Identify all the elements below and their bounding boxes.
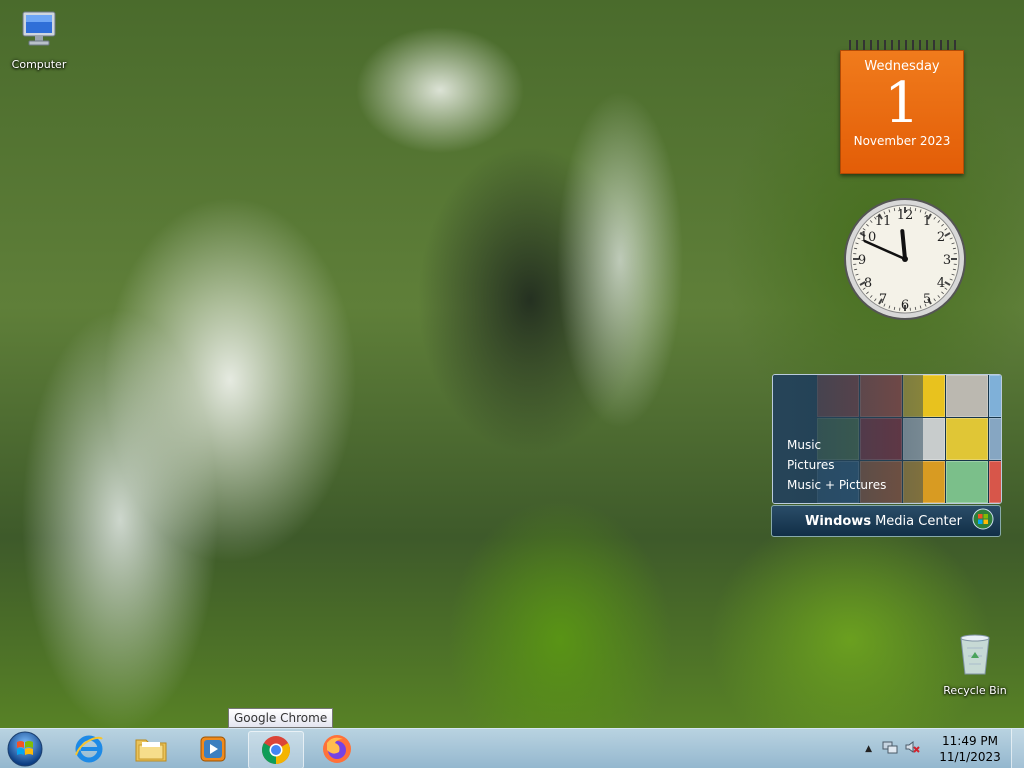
start-button[interactable] <box>3 729 47 768</box>
desktop-icon-label: Recycle Bin <box>943 684 1007 697</box>
media-player-icon <box>200 736 226 762</box>
calendar-page: Wednesday 1 November 2023 <box>840 50 964 174</box>
internet-explorer-icon <box>75 735 103 763</box>
media-center-brand-bold: Windows <box>805 513 872 529</box>
taskbar-media-player[interactable] <box>186 731 240 767</box>
desktop-icon-computer[interactable]: Computer <box>4 8 74 71</box>
taskbar-tooltip: Google Chrome <box>228 708 334 728</box>
clock-face: 12 12 345 678 91011 <box>844 198 966 320</box>
tray-clock[interactable]: 11:49 PM 11/1/2023 <box>930 733 1010 765</box>
media-menu-item-music[interactable]: Music <box>787 435 886 455</box>
tray-date: 11/1/2023 <box>939 750 1001 764</box>
svg-text:2: 2 <box>937 230 945 245</box>
svg-text:4: 4 <box>937 276 945 291</box>
chrome-icon <box>262 736 290 764</box>
windows-orb-icon <box>972 508 994 534</box>
svg-text:6: 6 <box>901 298 909 313</box>
svg-text:3: 3 <box>943 253 951 268</box>
system-tray: ▲ 11:49 PM 11/1/2023 <box>865 729 1024 768</box>
calendar-month-year: November 2023 <box>853 134 951 148</box>
network-icon[interactable] <box>882 739 898 759</box>
media-menu-item-music-pictures[interactable]: Music + Pictures <box>787 475 886 495</box>
firefox-icon <box>323 735 351 763</box>
svg-text:12: 12 <box>897 208 914 223</box>
calendar-gadget[interactable]: Wednesday 1 November 2023 <box>840 40 964 174</box>
svg-text:1: 1 <box>923 214 931 229</box>
taskbar-windows-explorer[interactable] <box>124 731 178 767</box>
svg-text:11: 11 <box>875 214 892 229</box>
desktop-icon-label: Computer <box>11 58 67 71</box>
folder-icon <box>135 739 167 762</box>
taskbar-internet-explorer[interactable] <box>62 731 116 767</box>
volume-muted-icon[interactable] <box>904 739 920 759</box>
computer-icon <box>4 8 74 55</box>
media-center-launch-bar[interactable]: Windows Media Center <box>771 505 1001 537</box>
recycle-bin-icon <box>940 630 1010 681</box>
taskbar-firefox[interactable] <box>310 731 364 767</box>
media-center-brand-light: Media Center <box>875 513 962 529</box>
desktop-icon-recycle-bin[interactable]: Recycle Bin <box>940 630 1010 697</box>
clock-gadget[interactable]: 12 1 2 345 678 9 10 11 <box>843 197 967 321</box>
calendar-rings <box>840 40 964 50</box>
media-menu: Music Pictures Music + Pictures <box>787 435 886 495</box>
show-hidden-icons-icon[interactable]: ▲ <box>865 744 872 754</box>
media-center-gadget[interactable]: Music Pictures Music + Pictures <box>772 374 1002 504</box>
svg-text:9: 9 <box>858 253 866 268</box>
svg-text:5: 5 <box>923 292 931 307</box>
svg-text:7: 7 <box>879 292 887 307</box>
show-desktop-button[interactable] <box>1011 729 1024 768</box>
tray-time: 11:49 PM <box>942 734 998 748</box>
clock-hour-hand <box>900 229 907 261</box>
calendar-day: 1 <box>884 71 920 136</box>
svg-text:8: 8 <box>864 276 872 291</box>
taskbar: ▲ 11:49 PM 11/1/2023 <box>0 728 1024 768</box>
media-menu-item-pictures[interactable]: Pictures <box>787 455 886 475</box>
taskbar-google-chrome[interactable] <box>248 731 304 768</box>
windows-start-icon <box>7 731 43 767</box>
desktop: Computer Recycle Bin Wednesday 1 Novembe… <box>0 0 1024 768</box>
